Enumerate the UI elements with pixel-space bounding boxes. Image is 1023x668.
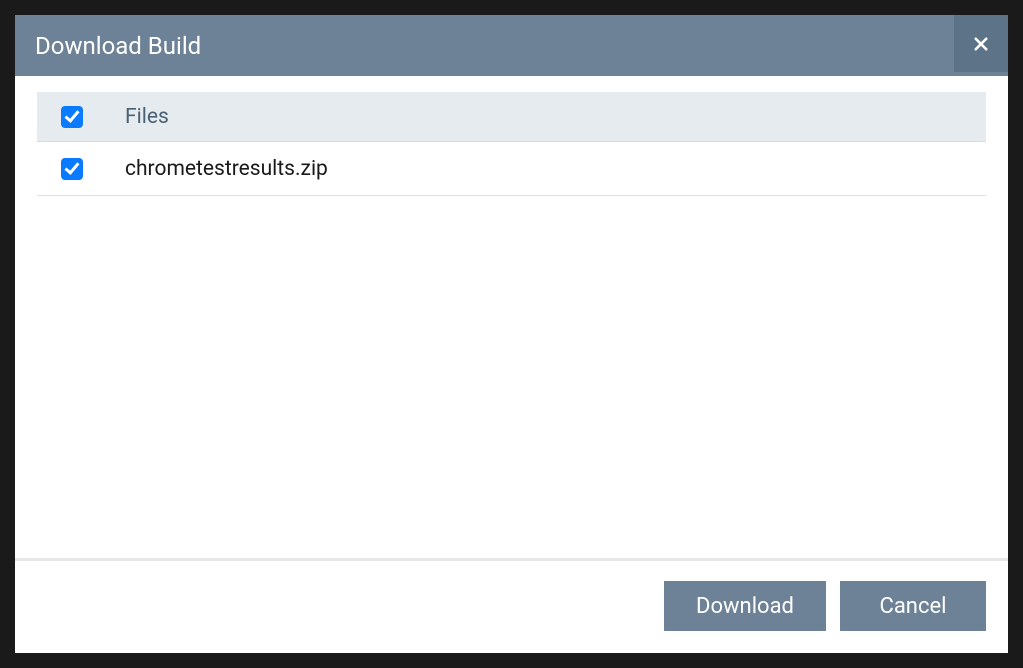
row-checkbox-cell (61, 158, 125, 180)
table-header-row: Files (37, 92, 986, 142)
modal-header: Download Build (15, 15, 1008, 76)
select-all-checkbox[interactable] (61, 106, 83, 128)
modal-title: Download Build (35, 32, 201, 60)
select-all-cell (61, 106, 125, 128)
file-name: chrometestresults.zip (125, 157, 328, 181)
close-button[interactable] (954, 15, 1008, 72)
table-row: chrometestresults.zip (37, 142, 986, 196)
file-checkbox[interactable] (61, 158, 83, 180)
download-button[interactable]: Download (664, 581, 826, 631)
cancel-button[interactable]: Cancel (840, 581, 986, 631)
modal-body: Files chrometestresults.zip (15, 76, 1008, 558)
close-icon (972, 35, 990, 53)
files-column-header: Files (125, 105, 169, 129)
modal-footer: Download Cancel (15, 561, 1008, 653)
files-table: Files chrometestresults.zip (37, 92, 986, 196)
download-build-modal: Download Build Files chrometestresults.z… (15, 15, 1008, 653)
